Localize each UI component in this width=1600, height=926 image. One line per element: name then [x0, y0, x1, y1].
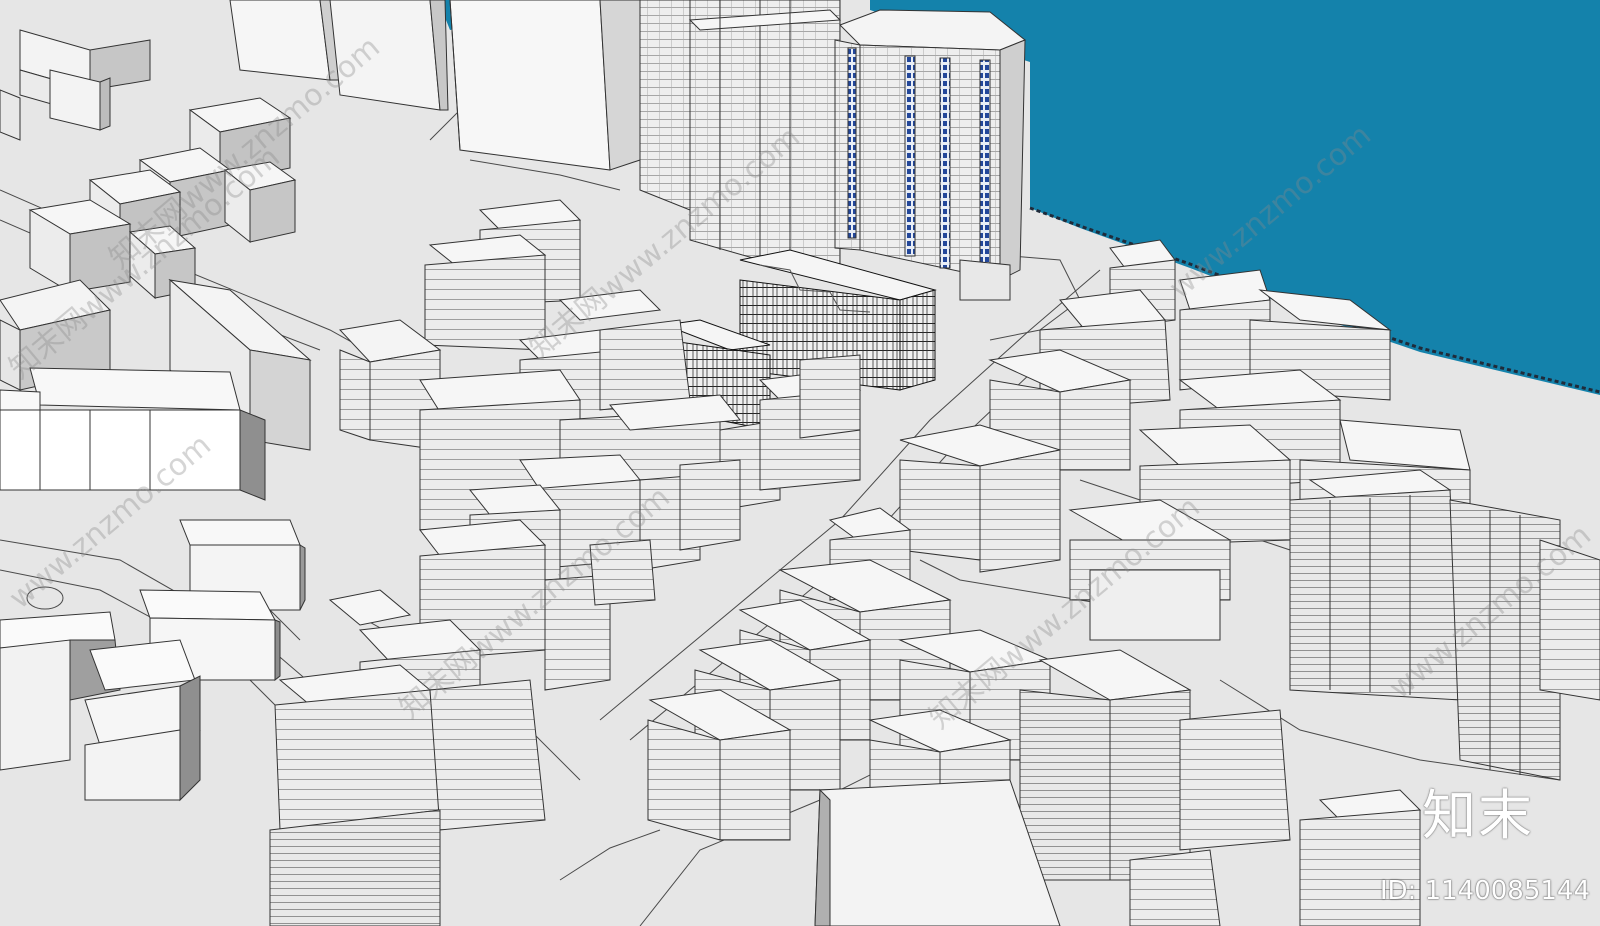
brand-logo: 知末: [1422, 784, 1534, 847]
city-model-scene: 知末网www.znzmo.com www.znzmo.com 知末网www.zn…: [0, 0, 1600, 926]
asset-id-label: ID: 1140085144: [1379, 876, 1590, 906]
